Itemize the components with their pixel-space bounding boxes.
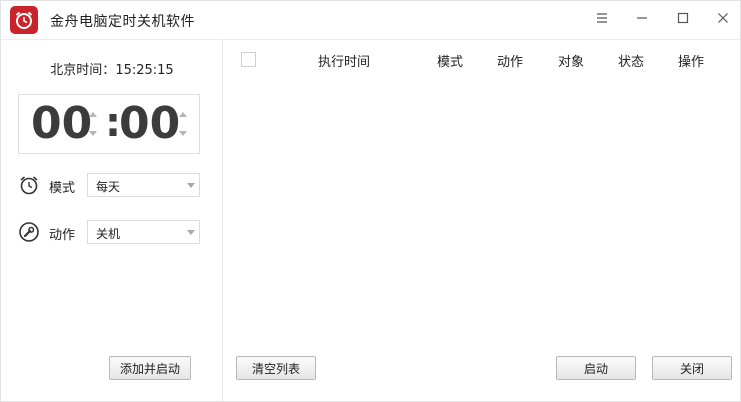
action-select[interactable]: 关机 [87,220,200,244]
column-header-action: 动作 [497,55,524,70]
table-header: 执行时间 模式 动作 对象 状态 操作 [224,40,740,78]
window-title: 金舟电脑定时关机软件 [50,14,195,30]
task-list-panel: 执行时间 模式 动作 对象 状态 操作 清空列表 启动 关闭 [224,39,740,401]
time-picker: 00 : 00 [18,94,200,154]
clear-list-button[interactable]: 清空列表 [236,356,316,380]
close-icon [718,13,728,23]
mode-select[interactable]: 每天 [87,173,200,197]
minimize-button[interactable] [625,3,659,33]
column-header-operation: 操作 [678,55,705,70]
hours-field[interactable]: 00 [31,99,92,149]
minimize-icon [637,17,647,19]
action-label: 动作 [49,228,76,243]
app-window: 金舟电脑定时关机软件 北京时间：15:25:15 00: 00 模式 每天 动… [0,0,741,402]
hours-down-spinner[interactable] [86,126,100,140]
column-header-target: 对象 [558,55,585,70]
caret-down-icon [179,130,187,136]
column-header-status: 状态 [618,55,645,70]
action-select-value: 关机 [96,227,121,241]
maximize-icon [677,12,689,24]
clock-time: 15:25:15 [115,63,174,78]
minutes-field[interactable]: 00 [119,99,180,149]
close-button[interactable] [706,3,740,33]
column-header-time: 执行时间 [318,55,371,70]
caret-up-icon [179,111,187,117]
mode-label: 模式 [49,181,76,196]
hours-up-spinner[interactable] [86,107,100,121]
caret-down-icon [89,130,97,136]
settings-panel: 北京时间：15:25:15 00 : 00 模式 每天 动作 关机 添加并启动 [1,39,223,401]
menu-button[interactable] [585,3,619,33]
mode-select-value: 每天 [96,180,121,194]
alarm-clock-app-icon [10,6,38,34]
add-and-start-button[interactable]: 添加并启动 [109,356,191,380]
stop-button[interactable]: 关闭 [652,356,732,380]
chevron-down-icon [183,174,199,196]
start-button[interactable]: 启动 [556,356,636,380]
mode-row: 模式 每天 [18,173,204,197]
beijing-time-display: 北京时间：15:25:15 [1,59,223,78]
caret-up-icon [89,111,97,117]
alarm-clock-icon [18,174,40,196]
select-all-checkbox[interactable] [241,52,256,67]
wrench-icon [18,221,40,243]
menu-icon [597,13,607,23]
column-header-mode: 模式 [437,55,464,70]
maximize-button[interactable] [666,3,700,33]
action-row: 动作 关机 [18,220,204,244]
chevron-down-icon [183,221,199,243]
clock-prefix: 北京时间： [50,63,116,78]
title-bar: 金舟电脑定时关机软件 [1,1,740,39]
minutes-up-spinner[interactable] [176,107,190,121]
minutes-down-spinner[interactable] [176,126,190,140]
